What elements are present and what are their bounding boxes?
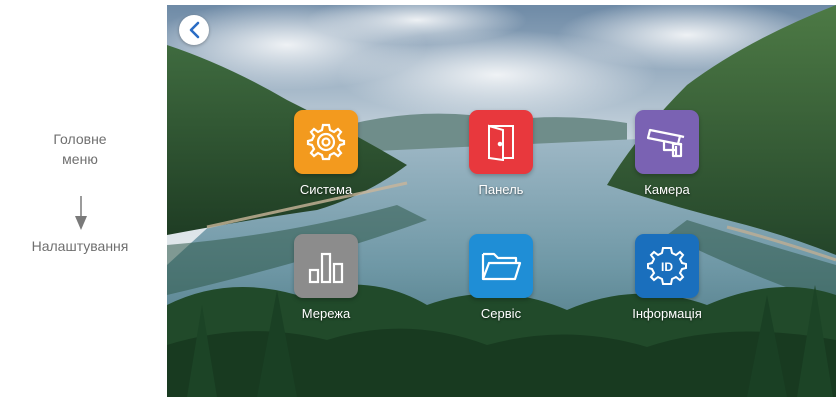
tile-service[interactable]: Сервіс [466,234,536,321]
tile-camera-label: Камера [644,182,690,197]
door-icon [488,124,514,161]
annotation-main-menu: Головне меню [0,129,160,169]
tile-info[interactable]: ID Інформація [632,234,702,321]
bar-chart-icon [308,252,344,284]
page: Головне меню Налаштування Система Панель… [0,0,836,397]
tile-panel-label: Панель [478,182,524,197]
folder-icon [481,252,522,281]
svg-text:ID: ID [661,260,673,274]
annotation-top-line1: Головне [53,131,107,147]
tile-network-label: Мережа [301,306,351,321]
annotation-top-line2: меню [62,151,98,167]
tile-camera[interactable]: Камера [632,110,702,197]
info-icon-box[interactable]: ID [635,234,699,298]
chevron-left-icon [189,21,200,39]
tile-network[interactable]: Мережа [291,234,361,321]
down-arrow-icon [75,196,87,230]
annotation-panel: Головне меню Налаштування [0,0,166,397]
landscape-background [167,5,836,397]
camera-icon-box[interactable] [635,110,699,174]
annotation-settings: Налаштування [31,238,129,254]
tile-service-label: Сервіс [480,306,522,321]
system-icon-box[interactable] [294,110,358,174]
cctv-camera-icon [646,128,685,158]
tile-system-label: Система [299,182,353,197]
gear-icon [306,123,346,161]
panel-icon-box[interactable] [469,110,533,174]
tile-info-label: Інформація [632,306,702,321]
network-icon-box[interactable] [294,234,358,298]
device-screen: Система Панель Камера Мережа Сервіс ID І… [167,5,836,397]
service-icon-box[interactable] [469,234,533,298]
tile-system[interactable]: Система [291,110,361,197]
id-gear-icon: ID [647,247,687,285]
tile-panel[interactable]: Панель [466,110,536,197]
back-button[interactable] [179,15,209,45]
